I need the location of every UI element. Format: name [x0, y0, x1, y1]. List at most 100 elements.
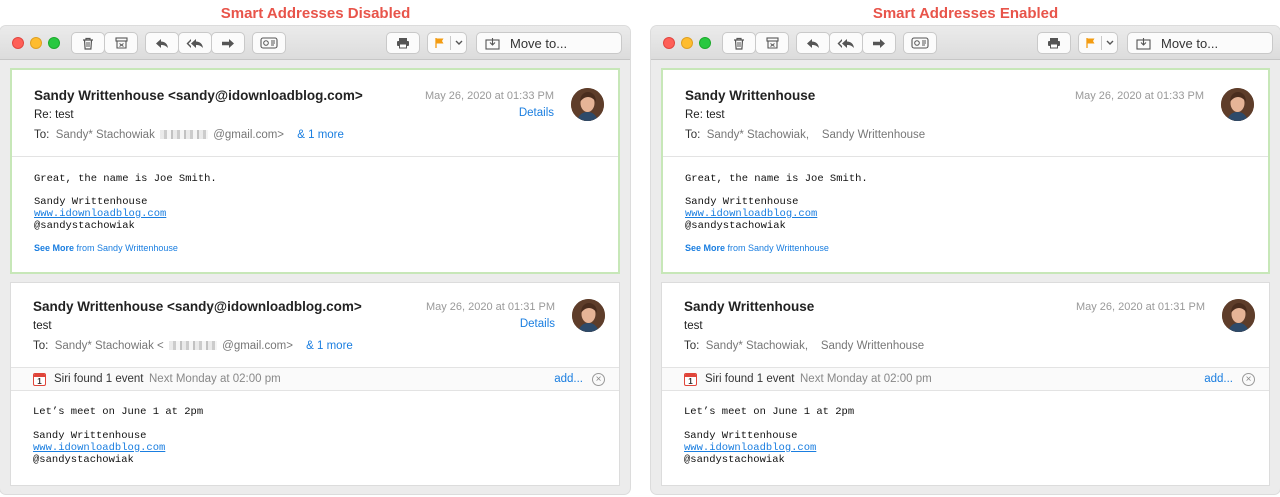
minimize-window-button[interactable] — [681, 37, 693, 49]
see-more-from: from Sandy Writtenhouse — [727, 243, 829, 253]
recipient-name[interactable]: Sandy* Stachowiak — [56, 129, 155, 141]
toolbar: Move to... — [651, 26, 1280, 60]
siri-event-time: Next Monday at 02:00 pm — [800, 373, 932, 385]
signature: Sandy Writtenhouse www.idownloadblog.com… — [685, 196, 817, 232]
to-line: To: Sandy* Stachowiak @gmail.com> & 1 mo… — [34, 129, 344, 141]
calendar-icon: 1 — [684, 373, 697, 386]
toolbar: Move to... — [0, 26, 630, 60]
recipient-name-2[interactable]: Sandy Writtenhouse — [821, 340, 924, 352]
siri-add-button[interactable]: add... — [1204, 373, 1233, 385]
view-button[interactable] — [903, 32, 937, 54]
mail-window-disabled: Move to... Sandy Writtenhouse <sandy@ido… — [0, 26, 630, 494]
recipient-name[interactable]: Sandy* Stachowiak, — [707, 129, 809, 141]
avatar — [572, 299, 605, 332]
siri-text: Siri found 1 event — [54, 373, 144, 385]
sender-name: Sandy Writtenhouse — [685, 88, 816, 103]
sender-name: Sandy Writtenhouse — [684, 299, 815, 314]
flag-button[interactable] — [427, 32, 467, 54]
details-link[interactable]: Details — [519, 107, 554, 119]
reply-button[interactable] — [796, 32, 830, 54]
move-to-label: Move to... — [510, 35, 568, 51]
message-date: May 26, 2020 at 01:31 PM — [1075, 301, 1205, 313]
trash-icon — [83, 37, 93, 50]
message-card[interactable]: Sandy Writtenhouse May 26, 2020 at 01:33… — [661, 68, 1270, 274]
message-body-line: Great, the name is Joe Smith. — [34, 173, 217, 185]
move-to-button[interactable]: Move to... — [1127, 32, 1273, 54]
signature-link[interactable]: www.idownloadblog.com — [33, 442, 165, 454]
to-label: To: — [33, 340, 49, 352]
signature: Sandy Writtenhouse www.idownloadblog.com… — [684, 430, 816, 466]
reply-all-button[interactable] — [178, 32, 212, 54]
recipient-name[interactable]: Sandy* Stachowiak < — [55, 340, 164, 352]
forward-icon — [873, 38, 885, 48]
signature-handle: @sandystachowiak — [684, 454, 785, 466]
subject: Re: test — [34, 109, 74, 121]
delete-button[interactable] — [71, 32, 105, 54]
mail-window-enabled: Move to... Sandy Writtenhouse May 26, 20… — [651, 26, 1280, 494]
siri-add-button[interactable]: add... — [554, 373, 583, 385]
move-to-button[interactable]: Move to... — [476, 32, 622, 54]
to-line: To: Sandy* Stachowiak, Sandy Writtenhous… — [685, 129, 925, 141]
more-recipients-link[interactable]: & 1 more — [297, 129, 344, 141]
more-recipients-link[interactable]: & 1 more — [306, 340, 353, 352]
delete-button[interactable] — [722, 32, 756, 54]
view-icon — [260, 37, 278, 49]
flag-divider — [450, 36, 451, 50]
forward-button[interactable] — [862, 32, 896, 54]
view-button[interactable] — [252, 32, 286, 54]
zoom-window-button[interactable] — [699, 37, 711, 49]
junk-button[interactable] — [104, 32, 138, 54]
recipient-name[interactable]: Sandy* Stachowiak, — [706, 340, 808, 352]
header-divider — [12, 156, 618, 157]
recipient-name-2[interactable]: Sandy Writtenhouse — [822, 129, 925, 141]
flag-button[interactable] — [1078, 32, 1118, 54]
recipient-address: @gmail.com> — [213, 129, 285, 141]
signature-name: Sandy Writtenhouse — [685, 196, 799, 208]
archive-icon — [114, 37, 128, 49]
signature-handle: @sandystachowiak — [34, 220, 135, 232]
junk-button[interactable] — [755, 32, 789, 54]
message-card[interactable]: Sandy Writtenhouse <sandy@idownloadblog.… — [10, 68, 620, 274]
message-body-line: Great, the name is Joe Smith. — [685, 173, 868, 185]
forward-button[interactable] — [211, 32, 245, 54]
close-icon[interactable]: × — [1242, 373, 1255, 386]
close-window-button[interactable] — [12, 37, 24, 49]
message-card[interactable]: Sandy Writtenhouse May 26, 2020 at 01:31… — [661, 282, 1270, 486]
close-icon[interactable]: × — [592, 373, 605, 386]
see-more-label: See More — [685, 243, 726, 253]
flag-divider — [1101, 36, 1102, 50]
header-divider — [663, 156, 1268, 157]
panel-title-enabled: Smart Addresses Enabled — [872, 5, 1059, 22]
signature-link[interactable]: www.idownloadblog.com — [684, 442, 816, 454]
to-label: To: — [684, 340, 700, 352]
close-window-button[interactable] — [663, 37, 675, 49]
reply-icon — [156, 38, 168, 48]
subject: Re: test — [685, 109, 725, 121]
message-body-line: Let’s meet on June 1 at 2pm — [684, 406, 855, 418]
see-more-from: from Sandy Writtenhouse — [76, 243, 178, 253]
sender-name: Sandy Writtenhouse <sandy@idownloadblog.… — [34, 88, 363, 103]
view-icon — [911, 37, 929, 49]
details-link[interactable]: Details — [520, 318, 555, 330]
subject: test — [684, 320, 703, 332]
minimize-window-button[interactable] — [30, 37, 42, 49]
move-to-icon — [485, 37, 500, 50]
signature-name: Sandy Writtenhouse — [33, 430, 147, 442]
signature-link[interactable]: www.idownloadblog.com — [34, 208, 166, 220]
print-button[interactable] — [386, 32, 420, 54]
sender-name: Sandy Writtenhouse <sandy@idownloadblog.… — [33, 299, 362, 314]
see-more-link[interactable]: See More from Sandy Writtenhouse — [34, 243, 178, 253]
zoom-window-button[interactable] — [48, 37, 60, 49]
signature-link[interactable]: www.idownloadblog.com — [685, 208, 817, 220]
subject: test — [33, 320, 52, 332]
reply-button[interactable] — [145, 32, 179, 54]
message-card[interactable]: Sandy Writtenhouse <sandy@idownloadblog.… — [10, 282, 620, 486]
signature: Sandy Writtenhouse www.idownloadblog.com… — [33, 430, 165, 466]
signature-name: Sandy Writtenhouse — [34, 196, 148, 208]
trash-icon — [734, 37, 744, 50]
reply-all-button[interactable] — [829, 32, 863, 54]
print-button[interactable] — [1037, 32, 1071, 54]
message-date: May 26, 2020 at 01:33 PM — [1074, 90, 1204, 102]
see-more-link[interactable]: See More from Sandy Writtenhouse — [685, 243, 829, 253]
panel-title-disabled: Smart Addresses Disabled — [220, 5, 411, 22]
